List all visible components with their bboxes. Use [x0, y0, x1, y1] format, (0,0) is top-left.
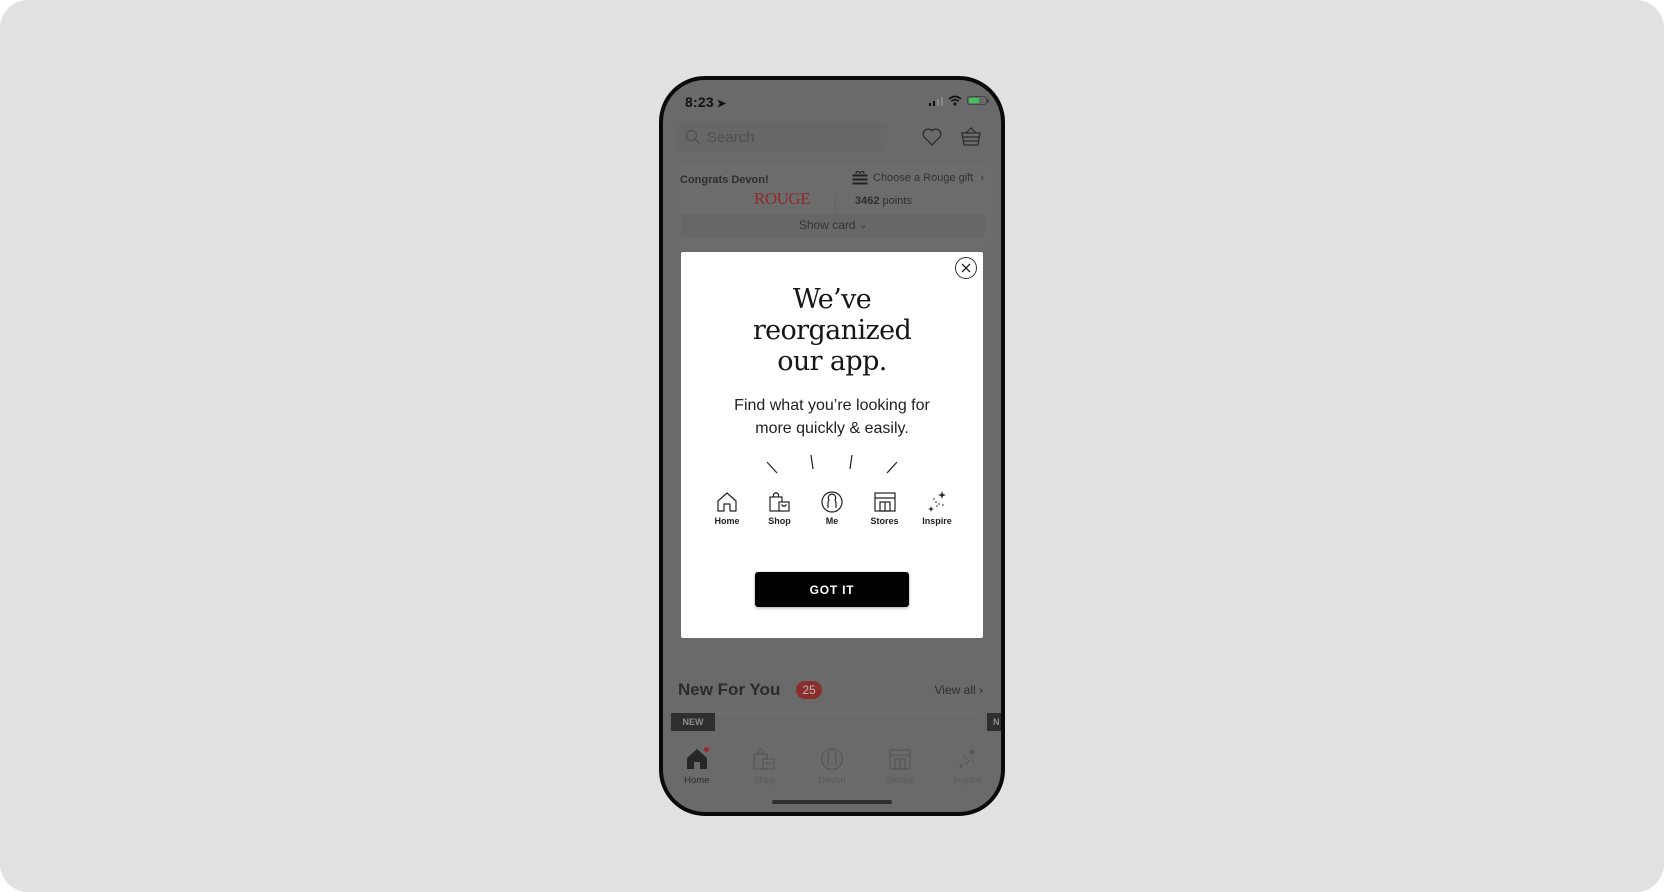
profile-icon: [821, 491, 843, 513]
headline-line: We’ve: [792, 284, 872, 315]
view-all-link[interactable]: View all ›: [935, 683, 983, 697]
time-text: 8:23: [685, 94, 714, 110]
cellular-signal-icon: [928, 96, 943, 106]
nav-preview-stores: Stores: [859, 490, 911, 526]
shopping-bag-icon: [753, 748, 775, 770]
home-icon: [717, 492, 737, 512]
nav-preview-label: Stores: [870, 516, 899, 526]
search-icon: [685, 129, 700, 144]
nav-preview-label: Home: [714, 516, 740, 526]
got-it-button[interactable]: GOT IT: [755, 572, 909, 607]
gift-link-label: Choose a Rouge gift: [873, 171, 974, 184]
phone-frame: 8:23 ➤ Search Congrats Devon! Choose a R…: [659, 76, 1005, 816]
nav-preview-shop: Shop: [754, 490, 806, 526]
store-icon: [889, 749, 911, 770]
tab-stores[interactable]: Stores: [866, 740, 934, 792]
basket-icon[interactable]: [960, 124, 982, 148]
chevron-down-icon: ⌄: [859, 219, 868, 230]
reorganized-app-modal: We’ve reorganized our app. Find what you…: [681, 252, 983, 638]
subtext-line: Find what you’re looking for: [734, 397, 930, 414]
chevron-right-icon: ›: [979, 683, 983, 697]
rewards-greeting: Congrats Devon!: [680, 174, 769, 186]
tab-label: Inspire: [952, 775, 982, 786]
bottom-tab-bar: Home Shop Devon Stores Inspire: [663, 740, 1001, 792]
modal-headline: We’ve reorganized our app.: [681, 284, 983, 377]
new-tag: NEW: [671, 713, 715, 731]
headline-line: our app.: [777, 346, 887, 377]
sparkle-icon: [958, 748, 977, 769]
close-button[interactable]: [955, 257, 977, 279]
search-input[interactable]: Search: [677, 122, 887, 152]
nav-preview-home: Home: [701, 490, 753, 526]
page-background: 8:23 ➤ Search Congrats Devon! Choose a R…: [0, 0, 1664, 892]
show-card-label: Show card: [798, 218, 856, 232]
app-screen: 8:23 ➤ Search Congrats Devon! Choose a R…: [663, 80, 1001, 812]
status-time: 8:23 ➤: [685, 94, 726, 110]
choose-gift-link[interactable]: Choose a Rouge gift ›: [852, 170, 984, 185]
show-card-button[interactable]: Show card ⌄: [681, 213, 985, 237]
tab-inspire[interactable]: Inspire: [933, 740, 1001, 792]
points-label: points: [882, 195, 912, 207]
battery-icon: [967, 96, 989, 105]
headline-line: reorganized: [752, 315, 912, 346]
tab-home[interactable]: Home: [663, 740, 731, 792]
new-tag: N: [987, 713, 1001, 731]
sparkle-icon: [928, 491, 946, 512]
tab-label: Devon: [818, 775, 846, 786]
search-placeholder: Search: [707, 128, 755, 146]
new-nav-icons: Home Shop Me Stores Inspire: [701, 490, 963, 526]
divider: [835, 193, 836, 211]
location-arrow-icon: ➤: [716, 98, 727, 110]
profile-icon: [820, 747, 844, 771]
subtext-line: more quickly & easily.: [755, 420, 909, 437]
product-carousel[interactable]: [673, 713, 979, 738]
view-all-label: View all: [934, 683, 976, 697]
wifi-icon: [948, 95, 962, 106]
rouge-tier-logo: ROUGE: [754, 189, 811, 208]
nav-preview-label: Me: [825, 516, 839, 526]
new-for-you-title: New For You: [678, 680, 781, 699]
close-icon: [961, 263, 971, 273]
new-count-badge: 25: [796, 681, 822, 699]
tab-label: Home: [684, 775, 710, 786]
nav-preview-label: Shop: [768, 516, 791, 526]
tab-shop[interactable]: Shop: [731, 740, 799, 792]
tab-profile[interactable]: Devon: [798, 740, 866, 792]
points-value: 3462: [855, 195, 880, 207]
chevron-right-icon: ›: [980, 171, 984, 184]
tab-label: Shop: [753, 775, 776, 786]
modal-subtext: Find what you’re looking for more quickl…: [681, 394, 983, 440]
status-indicators: [928, 95, 989, 106]
shopping-bag-icon: [768, 492, 790, 512]
nav-preview-me: Me: [806, 490, 858, 526]
home-indicator[interactable]: [772, 800, 892, 804]
nav-preview-inspire: Inspire: [911, 490, 963, 526]
rewards-card: Congrats Devon! Choose a Rouge gift › RO…: [674, 165, 992, 247]
nav-preview-label: Inspire: [922, 516, 952, 526]
highlight-rays-icon: [766, 454, 898, 474]
tab-label: Stores: [885, 775, 914, 786]
points-balance: 3462 points: [855, 195, 912, 207]
notification-dot: [703, 747, 709, 752]
store-icon: [873, 492, 896, 512]
gift-icon: [852, 170, 868, 185]
heart-icon[interactable]: [921, 126, 943, 148]
